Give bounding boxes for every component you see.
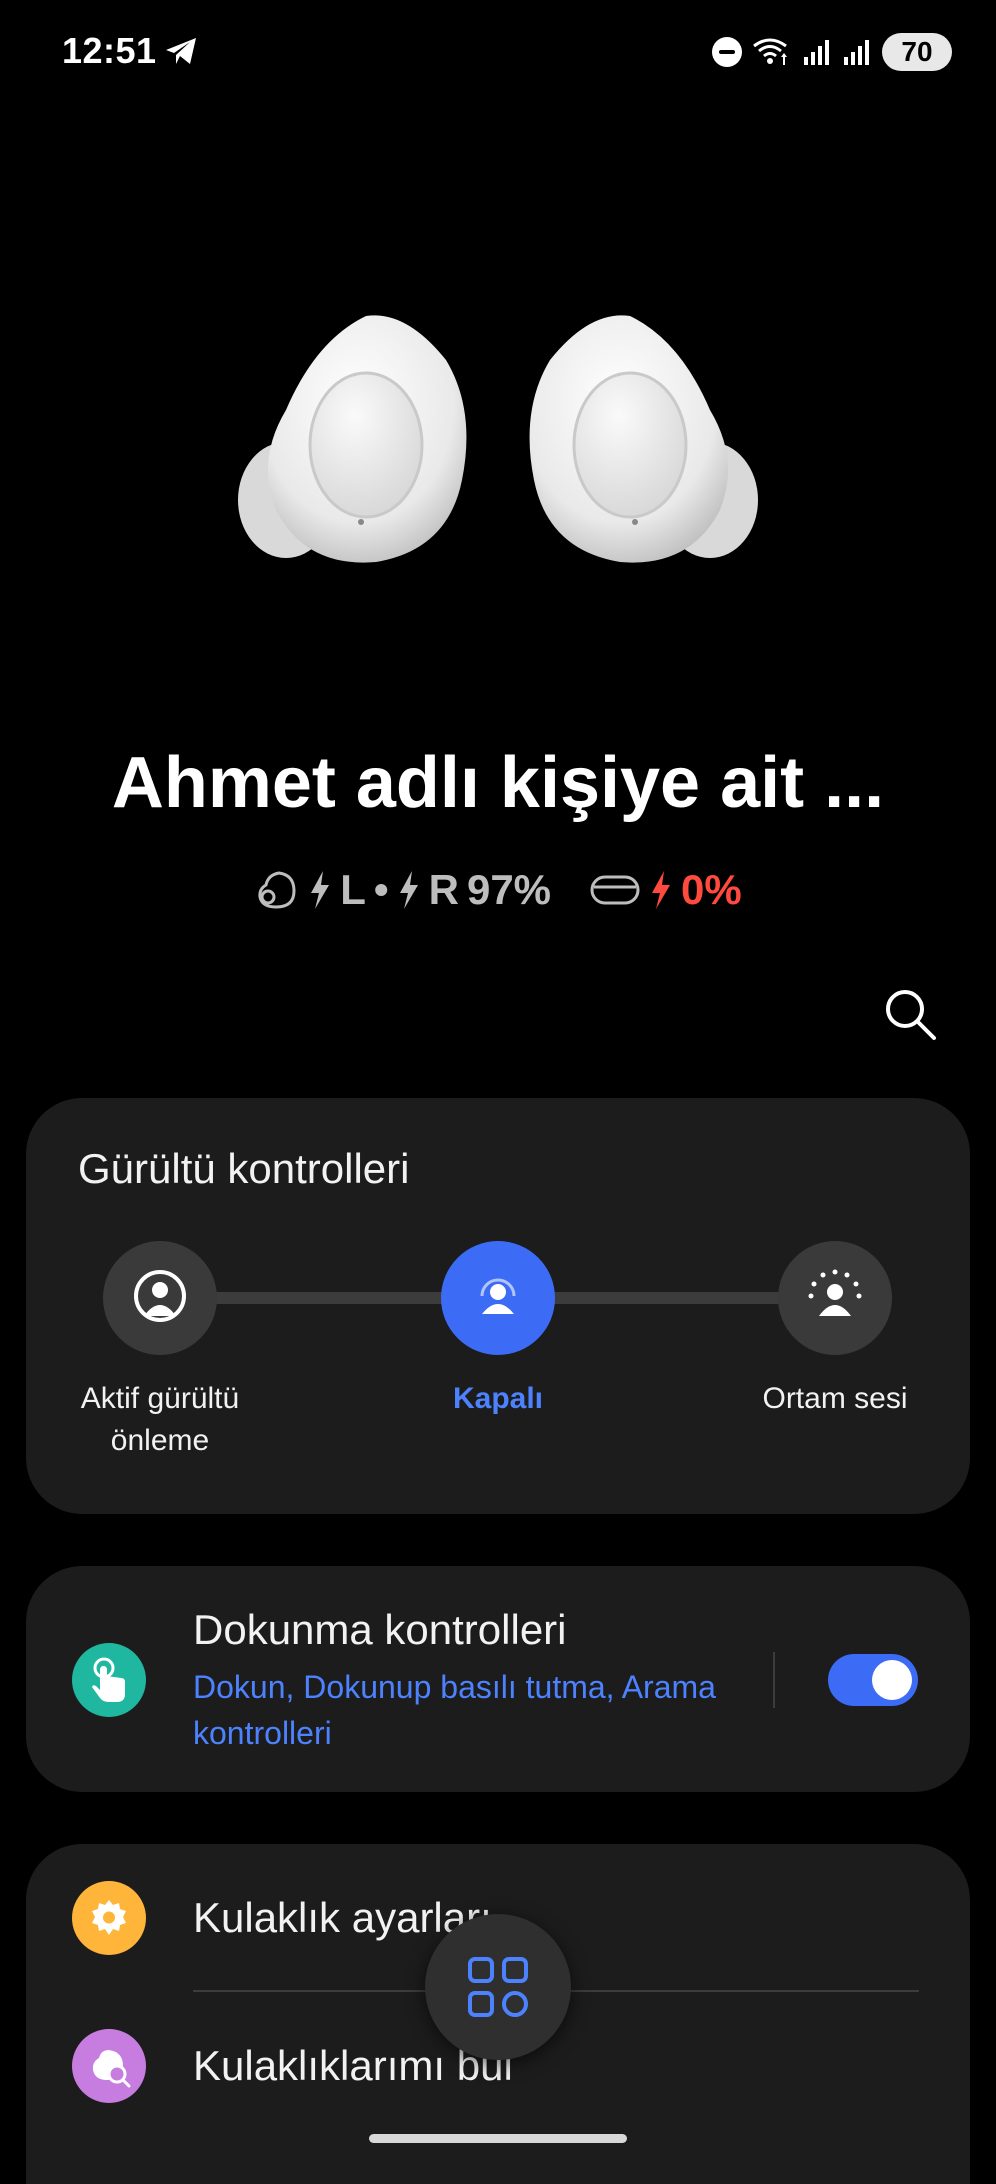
gear-icon (92, 1900, 126, 1935)
grid-icon (468, 1957, 528, 2017)
divider (773, 1652, 775, 1708)
home-indicator[interactable] (369, 2134, 627, 2143)
person-icon (480, 1278, 516, 1314)
status-time: 12:51 (62, 30, 157, 71)
signal-icon (844, 40, 869, 65)
signal-icon (804, 40, 829, 65)
battery-status: L • R 97% 0% (0, 862, 996, 918)
device-name: Ahmet adlı kişiye ait ... (111, 743, 885, 823)
battery-indicator: 70 (882, 33, 952, 71)
separator-dot: • (373, 866, 389, 913)
noise-controls-title: Gürültü kontrolleri (78, 1145, 410, 1192)
touch-controls-title: Dokunma kontrolleri (193, 1606, 567, 1653)
case-icon (590, 875, 640, 905)
earbud-settings-icon (72, 1881, 146, 1955)
left-earbud-label: L (340, 866, 366, 913)
touch-controls-toggle[interactable] (828, 1654, 918, 1706)
status-icons: 70 (712, 30, 952, 74)
ambient-sound-label: Ortam sesi (762, 1382, 908, 1415)
noise-off-label: Kapalı (452, 1382, 544, 1415)
ambient-icon (808, 1269, 862, 1316)
touch-controls-subtitle: Dokun, Dokunup basılı tutma, Arama kontr… (193, 1669, 716, 1751)
anc-button[interactable] (103, 1241, 217, 1355)
ambient-sound-button[interactable] (778, 1241, 892, 1355)
charging-icon (399, 871, 418, 909)
earbuds-battery: 97% (466, 866, 552, 913)
touch-controls-icon (72, 1643, 146, 1717)
search-icon[interactable] (880, 984, 940, 1044)
find-earbuds-icon (92, 2050, 131, 2088)
earbuds-image (238, 315, 758, 563)
charging-icon (652, 871, 671, 909)
anc-label: Aktif gürültü önleme (80, 1382, 240, 1457)
do-not-disturb-icon (712, 37, 742, 67)
case-battery: 0% (681, 866, 742, 913)
telegram-icon (166, 38, 196, 64)
wifi-icon (753, 38, 787, 65)
right-earbud-label: R (428, 866, 459, 913)
apps-menu-button[interactable] (425, 1914, 571, 2060)
charging-icon (311, 871, 330, 909)
hand-tap-icon (92, 1657, 125, 1702)
earbud-icon (258, 871, 296, 909)
noise-off-button[interactable] (441, 1241, 555, 1355)
toggle-knob (872, 1660, 912, 1700)
anc-icon (134, 1270, 186, 1322)
find-earbuds-icon-bg (72, 2029, 146, 2103)
